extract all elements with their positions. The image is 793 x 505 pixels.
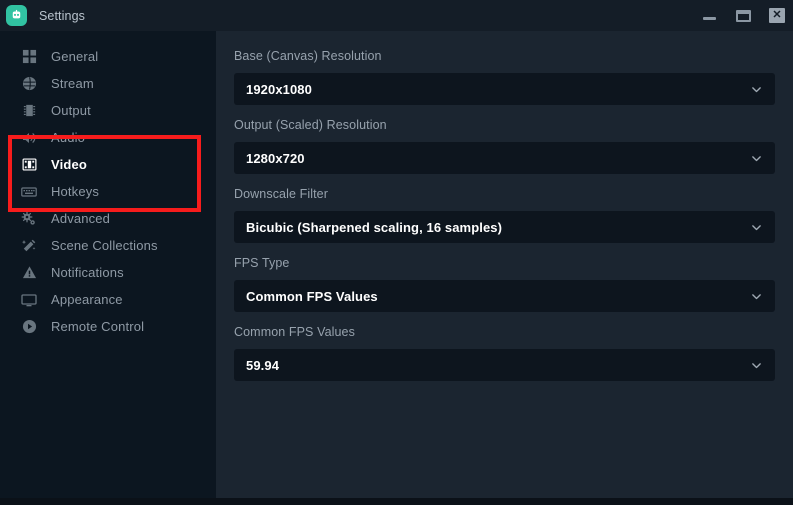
sidebar-item-remote-control[interactable]: Remote Control <box>0 313 216 340</box>
field-label: Base (Canvas) Resolution <box>234 49 382 63</box>
sidebar-item-label: Remote Control <box>51 319 145 334</box>
speaker-icon <box>20 129 38 147</box>
sidebar-item-label: Notifications <box>51 265 124 280</box>
field-downscale-filter: Downscale Filter Bicubic (Sharpened scal… <box>234 187 775 243</box>
select-value: 1280x720 <box>246 150 305 166</box>
grid-icon <box>20 48 38 66</box>
sidebar-item-general[interactable]: General <box>0 43 216 70</box>
sidebar-item-hotkeys[interactable]: Hotkeys <box>0 178 216 205</box>
output-scaled-resolution-select[interactable]: 1280x720 <box>234 142 775 174</box>
sidebar-item-label: General <box>51 49 99 64</box>
sidebar-item-output[interactable]: Output <box>0 97 216 124</box>
close-icon[interactable]: ✕ <box>766 7 788 25</box>
chip-icon <box>20 102 38 120</box>
field-label: Downscale Filter <box>234 187 328 201</box>
sidebar-item-audio[interactable]: Audio <box>0 124 216 151</box>
sidebar-item-label: Stream <box>51 76 94 91</box>
window-controls: ✕ <box>698 0 793 31</box>
streamlabs-logo-icon <box>6 5 27 26</box>
magic-wand-icon <box>20 237 38 255</box>
sidebar-item-label: Video <box>51 157 87 172</box>
chevron-down-icon <box>750 359 763 372</box>
maximize-icon[interactable] <box>732 7 754 25</box>
settings-window: Settings ✕ General Stream Output Audio V… <box>0 0 793 505</box>
fps-type-select[interactable]: Common FPS Values <box>234 280 775 312</box>
sidebar-item-stream[interactable]: Stream <box>0 70 216 97</box>
select-value: Bicubic (Sharpened scaling, 16 samples) <box>246 219 503 235</box>
field-label: FPS Type <box>234 256 290 270</box>
film-strip-icon <box>20 156 38 174</box>
sidebar-item-scene-collections[interactable]: Scene Collections <box>0 232 216 259</box>
base-canvas-resolution-select[interactable]: 1920x1080 <box>234 73 775 105</box>
play-circle-icon <box>20 318 38 336</box>
window-bottom-strip <box>0 498 793 505</box>
field-fps-type: FPS Type Common FPS Values <box>234 256 775 312</box>
field-base-canvas-resolution: Base (Canvas) Resolution 1920x1080 <box>234 49 775 105</box>
gears-icon <box>20 210 38 228</box>
chevron-down-icon <box>750 83 763 96</box>
sidebar-item-appearance[interactable]: Appearance <box>0 286 216 313</box>
globe-icon <box>20 75 38 93</box>
sidebar-item-label: Output <box>51 103 91 118</box>
chevron-down-icon <box>750 152 763 165</box>
settings-sidebar: General Stream Output Audio Video Hotkey… <box>0 31 216 498</box>
minimize-icon[interactable] <box>698 7 720 25</box>
field-label: Common FPS Values <box>234 325 355 339</box>
chevron-down-icon <box>750 290 763 303</box>
sidebar-item-notifications[interactable]: Notifications <box>0 259 216 286</box>
keyboard-icon <box>20 183 38 201</box>
title-bar: Settings ✕ <box>0 0 793 31</box>
sidebar-item-video[interactable]: Video <box>0 151 216 178</box>
warning-icon <box>20 264 38 282</box>
sidebar-item-label: Scene Collections <box>51 238 158 253</box>
monitor-icon <box>20 291 38 309</box>
select-value: 1920x1080 <box>246 81 312 97</box>
sidebar-item-label: Audio <box>51 130 85 145</box>
select-value: Common FPS Values <box>246 288 378 304</box>
close-glyph: ✕ <box>769 8 785 23</box>
window-title: Settings <box>39 8 85 23</box>
field-common-fps-values: Common FPS Values 59.94 <box>234 325 775 381</box>
downscale-filter-select[interactable]: Bicubic (Sharpened scaling, 16 samples) <box>234 211 775 243</box>
common-fps-values-select[interactable]: 59.94 <box>234 349 775 381</box>
sidebar-item-label: Advanced <box>51 211 111 226</box>
chevron-down-icon <box>750 221 763 234</box>
sidebar-item-label: Appearance <box>51 292 123 307</box>
field-output-scaled-resolution: Output (Scaled) Resolution 1280x720 <box>234 118 775 174</box>
sidebar-item-advanced[interactable]: Advanced <box>0 205 216 232</box>
video-settings-panel: Base (Canvas) Resolution 1920x1080 Outpu… <box>216 31 793 498</box>
field-label: Output (Scaled) Resolution <box>234 118 387 132</box>
window-body: General Stream Output Audio Video Hotkey… <box>0 31 793 498</box>
sidebar-item-label: Hotkeys <box>51 184 100 199</box>
select-value: 59.94 <box>246 357 280 373</box>
